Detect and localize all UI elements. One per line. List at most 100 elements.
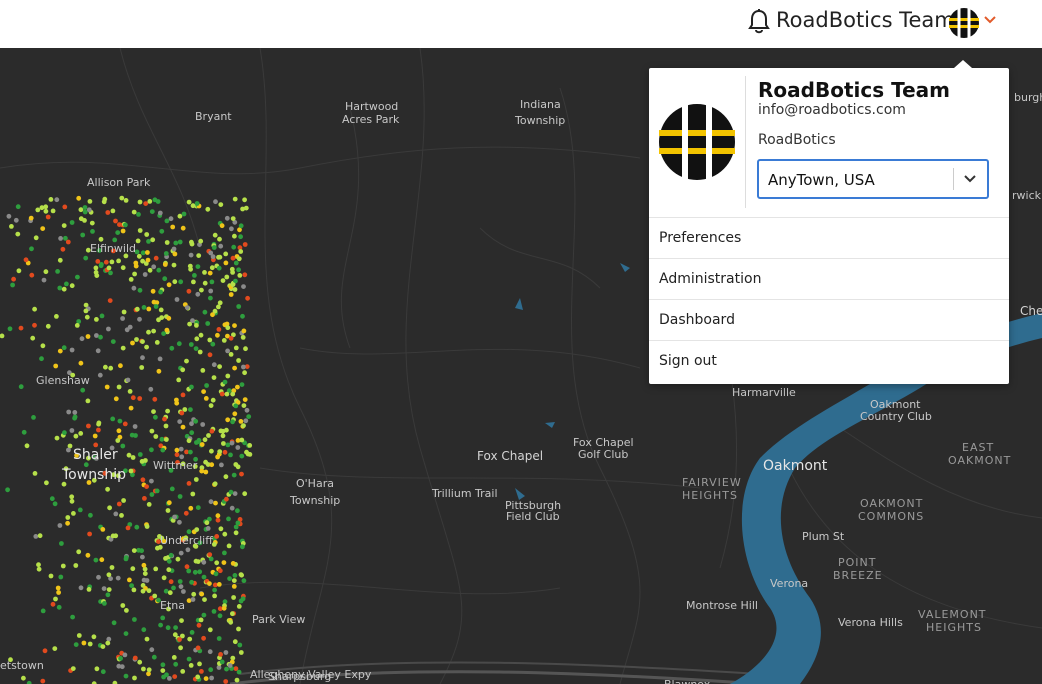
user-name[interactable]: RoadBotics Team — [776, 8, 955, 32]
road-condition-point[interactable] — [75, 274, 80, 280]
road-condition-point[interactable] — [240, 335, 246, 340]
road-condition-point[interactable] — [146, 667, 152, 673]
road-condition-point[interactable] — [192, 273, 197, 278]
road-condition-point[interactable] — [198, 617, 204, 623]
road-condition-point[interactable] — [73, 642, 79, 647]
menu-item-preferences[interactable]: Preferences — [649, 217, 1009, 258]
road-condition-point[interactable] — [102, 601, 107, 606]
road-condition-point[interactable] — [201, 559, 207, 565]
road-condition-point[interactable] — [236, 669, 242, 675]
road-condition-point[interactable] — [48, 573, 54, 579]
road-condition-point[interactable] — [196, 437, 202, 443]
road-condition-point[interactable] — [223, 679, 229, 684]
road-condition-point[interactable] — [230, 419, 236, 425]
road-condition-point[interactable] — [229, 226, 234, 232]
road-condition-point[interactable] — [153, 414, 158, 420]
road-condition-point[interactable] — [237, 273, 243, 278]
road-condition-point[interactable] — [128, 277, 134, 282]
road-condition-point[interactable] — [241, 578, 247, 584]
road-condition-point[interactable] — [232, 639, 238, 645]
road-condition-point[interactable] — [160, 668, 166, 673]
road-condition-point[interactable] — [72, 415, 77, 421]
road-condition-point[interactable] — [215, 513, 221, 519]
road-condition-point[interactable] — [190, 491, 196, 497]
road-condition-point[interactable] — [218, 243, 224, 249]
road-condition-point[interactable] — [234, 677, 240, 683]
road-condition-point[interactable] — [195, 559, 201, 564]
road-condition-point[interactable] — [165, 508, 171, 513]
road-condition-point[interactable] — [194, 336, 200, 342]
road-condition-point[interactable] — [180, 669, 186, 674]
road-condition-point[interactable] — [211, 609, 217, 614]
road-condition-point[interactable] — [49, 496, 55, 502]
road-condition-point[interactable] — [120, 443, 126, 449]
road-condition-point[interactable] — [205, 206, 211, 212]
road-condition-point[interactable] — [88, 512, 93, 518]
road-condition-point[interactable] — [200, 368, 206, 373]
road-condition-point[interactable] — [41, 277, 47, 283]
road-condition-point[interactable] — [232, 233, 237, 239]
road-condition-point[interactable] — [225, 325, 231, 331]
road-condition-point[interactable] — [127, 324, 133, 330]
road-condition-point[interactable] — [202, 597, 207, 602]
road-condition-point[interactable] — [107, 505, 112, 511]
road-condition-point[interactable] — [202, 309, 208, 315]
road-condition-point[interactable] — [186, 656, 192, 662]
road-condition-point[interactable] — [231, 244, 237, 250]
road-condition-point[interactable] — [232, 365, 238, 371]
road-condition-point[interactable] — [209, 448, 214, 454]
road-condition-point[interactable] — [163, 251, 169, 256]
road-condition-point[interactable] — [153, 255, 159, 261]
road-condition-point[interactable] — [18, 384, 24, 390]
menu-item-administration[interactable]: Administration — [649, 258, 1009, 299]
road-condition-point[interactable] — [241, 403, 247, 408]
road-condition-point[interactable] — [9, 224, 14, 229]
road-condition-point[interactable] — [82, 218, 87, 223]
road-condition-point[interactable] — [178, 550, 184, 556]
road-condition-point[interactable] — [219, 223, 225, 229]
road-condition-point[interactable] — [178, 584, 184, 589]
road-condition-point[interactable] — [115, 575, 121, 581]
road-condition-point[interactable] — [132, 617, 137, 622]
road-condition-point[interactable] — [40, 678, 46, 684]
road-condition-point[interactable] — [172, 514, 178, 520]
location-select[interactable]: AnyTown, USA — [757, 159, 989, 199]
road-condition-point[interactable] — [50, 601, 56, 607]
road-condition-point[interactable] — [225, 417, 231, 423]
road-condition-point[interactable] — [166, 558, 172, 564]
road-condition-point[interactable] — [212, 232, 218, 238]
road-condition-point[interactable] — [85, 398, 91, 404]
road-condition-point[interactable] — [91, 634, 97, 640]
road-condition-point[interactable] — [220, 278, 226, 283]
road-condition-point[interactable] — [177, 494, 183, 499]
road-condition-point[interactable] — [161, 575, 167, 581]
road-condition-point[interactable] — [247, 452, 253, 457]
road-condition-point[interactable] — [208, 667, 214, 673]
road-condition-point[interactable] — [120, 603, 126, 608]
road-condition-point[interactable] — [150, 237, 156, 243]
road-condition-point[interactable] — [142, 272, 148, 277]
road-condition-point[interactable] — [29, 272, 35, 278]
road-condition-point[interactable] — [243, 346, 248, 352]
road-condition-point[interactable] — [139, 548, 145, 554]
road-condition-point[interactable] — [133, 433, 138, 438]
road-condition-point[interactable] — [66, 447, 71, 453]
road-condition-point[interactable] — [87, 199, 93, 204]
road-condition-point[interactable] — [123, 631, 129, 636]
road-condition-point[interactable] — [196, 622, 202, 628]
road-condition-point[interactable] — [221, 441, 226, 446]
road-condition-point[interactable] — [69, 347, 75, 353]
road-condition-point[interactable] — [189, 384, 194, 390]
road-condition-point[interactable] — [233, 345, 239, 351]
road-condition-point[interactable] — [99, 557, 105, 563]
road-condition-point[interactable] — [235, 464, 241, 470]
road-condition-point[interactable] — [177, 579, 183, 584]
road-condition-point[interactable] — [185, 547, 191, 553]
road-condition-point[interactable] — [80, 232, 86, 238]
road-condition-point[interactable] — [97, 372, 103, 378]
road-condition-point[interactable] — [233, 260, 239, 266]
road-condition-point[interactable] — [242, 242, 248, 247]
road-condition-point[interactable] — [144, 524, 150, 529]
road-condition-point[interactable] — [53, 363, 59, 369]
road-condition-point[interactable] — [105, 210, 111, 215]
